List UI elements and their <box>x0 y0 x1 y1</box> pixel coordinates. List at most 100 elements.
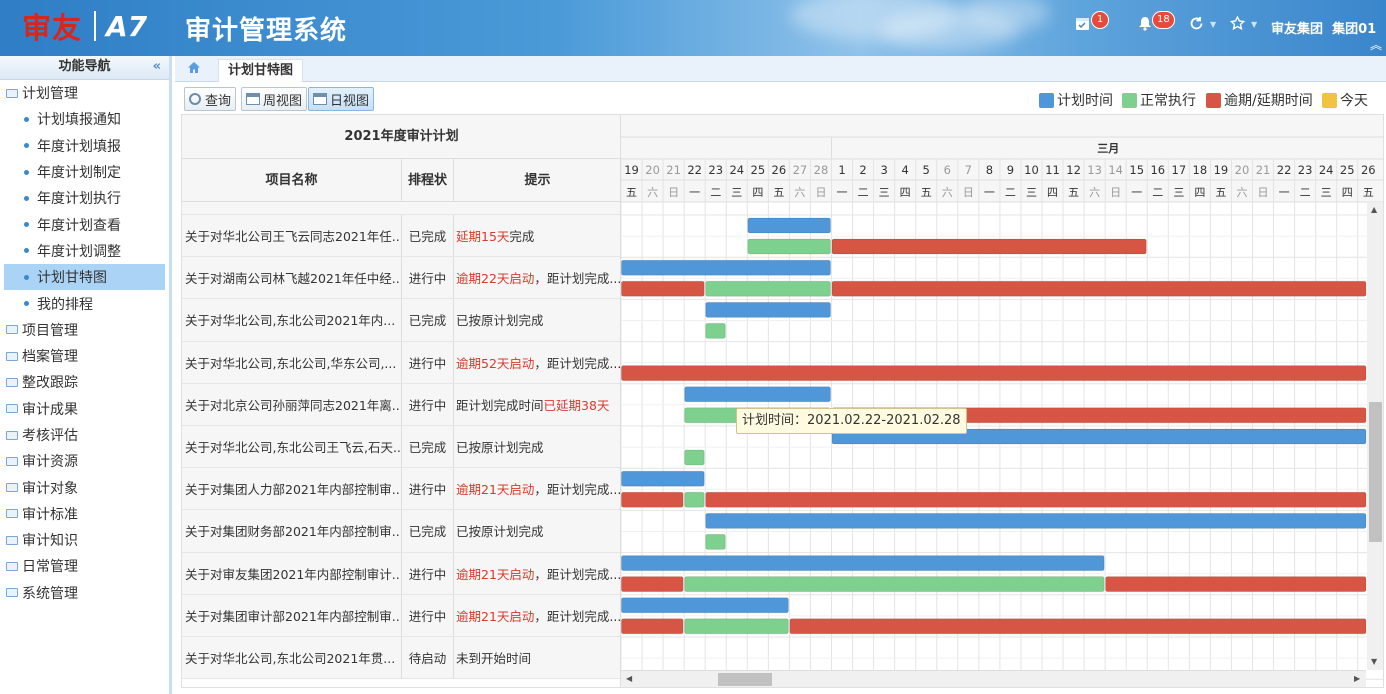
day-label: 19 <box>1214 163 1229 177</box>
gantt-bar-overdue[interactable] <box>621 491 684 508</box>
project-name[interactable]: 关于对华北公司,东北公司王飞云,石天... <box>182 426 402 468</box>
sidebar-item-0-5[interactable]: 年度计划调整 <box>0 238 169 264</box>
project-name[interactable]: 关于对集团财务部2021年内部控制审... <box>182 510 402 552</box>
gantt-bar-normal[interactable] <box>684 449 705 466</box>
gantt-bar-plan[interactable] <box>621 470 705 487</box>
gantt-bar-normal[interactable] <box>705 322 726 339</box>
sidebar-group-8[interactable]: 审计标准 <box>0 501 169 527</box>
sidebar-item-0-3[interactable]: 年度计划执行 <box>0 185 169 211</box>
gantt-bar-overdue[interactable] <box>621 280 705 297</box>
sidebar-group-7[interactable]: 审计对象 <box>0 474 169 500</box>
scroll-left-icon[interactable]: ◀ <box>626 674 632 683</box>
gantt-bar-normal[interactable] <box>705 533 726 550</box>
gantt-bar-plan[interactable] <box>621 597 789 614</box>
sidebar-item-0-2[interactable]: 年度计划制定 <box>0 159 169 185</box>
project-name[interactable]: 关于对华北公司,东北公司2021年贯... <box>182 637 402 679</box>
table-row[interactable]: 关于对华北公司,东北公司2021年贯... 待启动 未到开始时间 <box>182 637 620 680</box>
table-row[interactable]: 关于对审友集团2021年内部控制审计... 进行中 逾期21天启动 ，距计划完成... <box>182 552 620 595</box>
weekday-label: 五 <box>626 186 637 199</box>
day-label: 20 <box>645 163 660 177</box>
project-name[interactable]: 关于对湖南公司林飞越2021年任中经... <box>182 257 402 299</box>
gantt-bar-plan[interactable] <box>621 259 831 276</box>
star-icon[interactable] <box>1229 15 1246 35</box>
gantt-bar-overdue[interactable] <box>705 491 1367 508</box>
project-name[interactable]: 关于对北京公司孙丽萍同志2021年离... <box>182 383 402 425</box>
project-name[interactable]: 关于对华北公司,东北公司2021年内... <box>182 299 402 341</box>
sidebar-group-4[interactable]: 审计成果 <box>0 396 169 422</box>
project-name[interactable]: 关于对华北公司王飞云同志2021年任... <box>182 215 402 257</box>
sidebar-item-0-7[interactable]: 我的排程 <box>0 290 169 316</box>
gantt-bar-plan[interactable] <box>621 555 1105 572</box>
scroll-right-icon[interactable]: ▶ <box>1354 674 1360 683</box>
project-name[interactable]: 关于对审友集团2021年内部控制审计... <box>182 552 402 594</box>
org-switcher[interactable]: 审友集团 集团01 <box>1271 18 1376 37</box>
collapse-sidebar-icon[interactable]: « <box>153 56 161 78</box>
table-row[interactable]: 关于对集团人力部2021年内部控制审... 进行中 逾期21天启动 ，距计划完成... <box>182 468 620 511</box>
table-row[interactable]: 关于对集团财务部2021年内部控制审... 已完成 已按原计划完成 <box>182 510 620 553</box>
tab-gantt[interactable]: 计划甘特图 <box>218 59 304 82</box>
horizontal-scroll-thumb[interactable] <box>718 673 772 686</box>
calendar-icon[interactable] <box>1075 16 1090 35</box>
sidebar-group-11[interactable]: 系统管理 <box>0 580 169 606</box>
gantt-bar-plan[interactable] <box>705 512 1367 529</box>
weekday-label: 日 <box>815 186 826 199</box>
sidebar-item-0-0[interactable]: 计划填报通知 <box>0 106 169 132</box>
home-icon[interactable] <box>187 60 201 78</box>
gantt-bar-normal[interactable] <box>747 238 831 255</box>
sidebar-group-1[interactable]: 项目管理 <box>0 317 169 343</box>
gantt-bar-overdue[interactable] <box>621 365 1367 382</box>
bullet-icon <box>24 195 29 201</box>
refresh-caret-icon[interactable]: ▼ <box>1210 20 1216 29</box>
gantt-bar-overdue[interactable] <box>831 280 1367 297</box>
gantt-bar-normal[interactable] <box>684 618 789 635</box>
gantt-bar-normal[interactable] <box>684 576 1105 593</box>
gantt-bar-plan[interactable] <box>684 386 832 403</box>
horizontal-scrollbar[interactable]: ◀ ▶ <box>621 670 1366 687</box>
gantt-bar-plan[interactable] <box>705 301 831 318</box>
table-row[interactable]: 关于对华北公司,东北公司2021年内... 已完成 已按原计划完成 <box>182 299 620 342</box>
gantt-bar-overdue[interactable] <box>621 576 684 593</box>
gantt-bar-overdue[interactable] <box>789 618 1367 635</box>
project-name[interactable]: 关于对集团人力部2021年内部控制审... <box>182 468 402 510</box>
schedule-status: 进行中 <box>402 594 454 636</box>
query-button[interactable]: 查询 <box>184 87 237 111</box>
scroll-up-icon[interactable]: ▲ <box>1371 205 1377 214</box>
sidebar-group-2[interactable]: 档案管理 <box>0 343 169 369</box>
weekday-label: 三 <box>1173 186 1184 199</box>
sidebar-item-0-4[interactable]: 年度计划查看 <box>0 211 169 237</box>
project-name[interactable]: 关于对集团审计部2021年内部控制审... <box>182 594 402 636</box>
sidebar-group-10[interactable]: 日常管理 <box>0 553 169 579</box>
project-name[interactable]: 关于对华北公司,东北公司,华东公司,... <box>182 341 402 383</box>
table-row[interactable]: 关于对华北公司,东北公司王飞云,石天... 已完成 已按原计划完成 <box>182 426 620 469</box>
day-label: 27 <box>793 163 808 177</box>
sidebar-item-0-6[interactable]: 计划甘特图 <box>4 264 165 291</box>
gantt-bar-normal[interactable] <box>705 280 831 297</box>
day-view-button[interactable]: 日视图 <box>308 87 375 111</box>
table-row[interactable]: 关于对湖南公司林飞越2021年任中经... 进行中 逾期22天启动 ，距计划完成... <box>182 257 620 300</box>
sidebar-group-3[interactable]: 整改跟踪 <box>0 369 169 395</box>
folder-icon <box>6 483 18 493</box>
gantt-bar-overdue[interactable] <box>1105 576 1367 593</box>
scroll-down-icon[interactable]: ▼ <box>1371 657 1377 666</box>
bullet-icon <box>24 116 29 122</box>
collapse-header-icon[interactable]: ︽ <box>1370 36 1382 53</box>
vertical-scrollbar[interactable]: ▲ ▼ <box>1367 202 1383 670</box>
refresh-icon[interactable] <box>1189 16 1204 35</box>
sidebar-group-6[interactable]: 审计资源 <box>0 448 169 474</box>
bell-icon[interactable] <box>1138 16 1152 35</box>
gantt-bar-overdue[interactable] <box>831 238 1147 255</box>
table-row[interactable]: 关于对华北公司王飞云同志2021年任... 已完成 延期15天 完成 <box>182 215 620 258</box>
gantt-bar-overdue[interactable] <box>621 618 684 635</box>
gantt-bar-plan[interactable] <box>747 217 831 234</box>
gantt-bar-normal[interactable] <box>684 491 705 508</box>
star-caret-icon[interactable]: ▼ <box>1251 20 1257 29</box>
table-row[interactable]: 关于对北京公司孙丽萍同志2021年离... 进行中 距计划完成时间 已延期38天 <box>182 383 620 426</box>
sidebar-group-9[interactable]: 审计知识 <box>0 527 169 553</box>
table-row[interactable]: 关于对华北公司,东北公司,华东公司,... 进行中 逾期52天启动 ，距计划完成... <box>182 341 620 384</box>
table-row[interactable]: 关于对集团审计部2021年内部控制审... 进行中 逾期21天启动 ，距计划完成... <box>182 594 620 637</box>
sidebar-item-0-1[interactable]: 年度计划填报 <box>0 133 169 159</box>
sidebar-group-5[interactable]: 考核评估 <box>0 422 169 448</box>
sidebar-group-0[interactable]: 计划管理 <box>0 80 169 106</box>
week-view-button[interactable]: 周视图 <box>241 87 308 111</box>
vertical-scroll-thumb[interactable] <box>1369 402 1382 542</box>
